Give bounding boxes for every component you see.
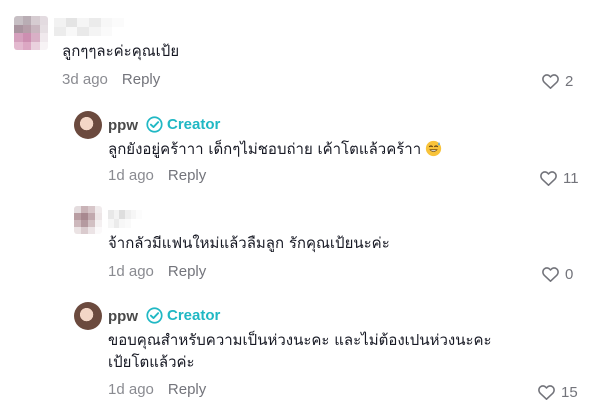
verified-check-icon <box>146 307 163 324</box>
creator-label: Creator <box>167 116 221 133</box>
username[interactable] <box>108 210 142 228</box>
creator-avatar[interactable] <box>74 111 102 139</box>
timestamp: 1d ago <box>108 263 154 280</box>
comment-meta: 1d ago Reply <box>108 381 206 398</box>
heart-icon <box>540 171 557 186</box>
timestamp: 3d ago <box>62 71 108 88</box>
creator-badge: Creator <box>146 116 220 133</box>
comment-text-body: ลูกยังอยู่คร้าาา เด็กๆไม่ชอบถ่าย เค้าโตแ… <box>108 140 422 158</box>
creator-label: Creator <box>167 307 221 324</box>
comment-text: ลูกๆๆละค่ะคุณเป้ย <box>62 42 180 60</box>
creator-avatar[interactable] <box>74 302 102 330</box>
smiling-face-with-sweat-icon <box>425 140 442 157</box>
like-button[interactable]: 0 <box>542 266 573 283</box>
comment-meta: 1d ago Reply <box>108 167 206 184</box>
like-button[interactable]: 11 <box>540 170 579 187</box>
like-button[interactable]: 15 <box>538 384 578 401</box>
timestamp: 1d ago <box>108 167 154 184</box>
creator-badge: Creator <box>146 307 220 324</box>
reply-button[interactable]: Reply <box>168 167 206 184</box>
comment-text: ลูกยังอยู่คร้าาา เด็กๆไม่ชอบถ่าย เค้าโตแ… <box>108 138 442 160</box>
username[interactable]: ppw <box>108 117 138 134</box>
reply-button[interactable]: Reply <box>122 71 160 88</box>
like-button[interactable]: 2 <box>542 73 573 90</box>
avatar[interactable] <box>74 206 102 234</box>
like-count: 15 <box>561 384 578 401</box>
like-count: 11 <box>563 170 579 187</box>
comment-meta: 1d ago Reply <box>108 263 206 280</box>
comment-meta: 3d ago Reply <box>62 71 160 88</box>
comment-text-line-2: เป้ยโตแล้วค่ะ <box>108 353 195 371</box>
comment-text: จ้ากลัวมีแฟนใหม่แล้วลืมลูก รักคุณเป้ยนะค… <box>108 234 390 252</box>
like-count: 2 <box>565 73 574 90</box>
heart-icon <box>542 267 559 282</box>
like-count: 0 <box>565 266 574 283</box>
heart-icon <box>542 74 559 89</box>
verified-check-icon <box>146 116 163 133</box>
heart-icon <box>538 385 555 400</box>
timestamp: 1d ago <box>108 381 154 398</box>
reply-button[interactable]: Reply <box>168 263 206 280</box>
comment-text-line-1: ขอบคุณสำหรับความเป็นห่วงนะคะ และไม่ต้องเ… <box>108 331 492 349</box>
username[interactable]: ppw <box>108 308 138 325</box>
reply-button[interactable]: Reply <box>168 381 206 398</box>
username[interactable] <box>54 18 124 36</box>
avatar[interactable] <box>14 16 48 50</box>
